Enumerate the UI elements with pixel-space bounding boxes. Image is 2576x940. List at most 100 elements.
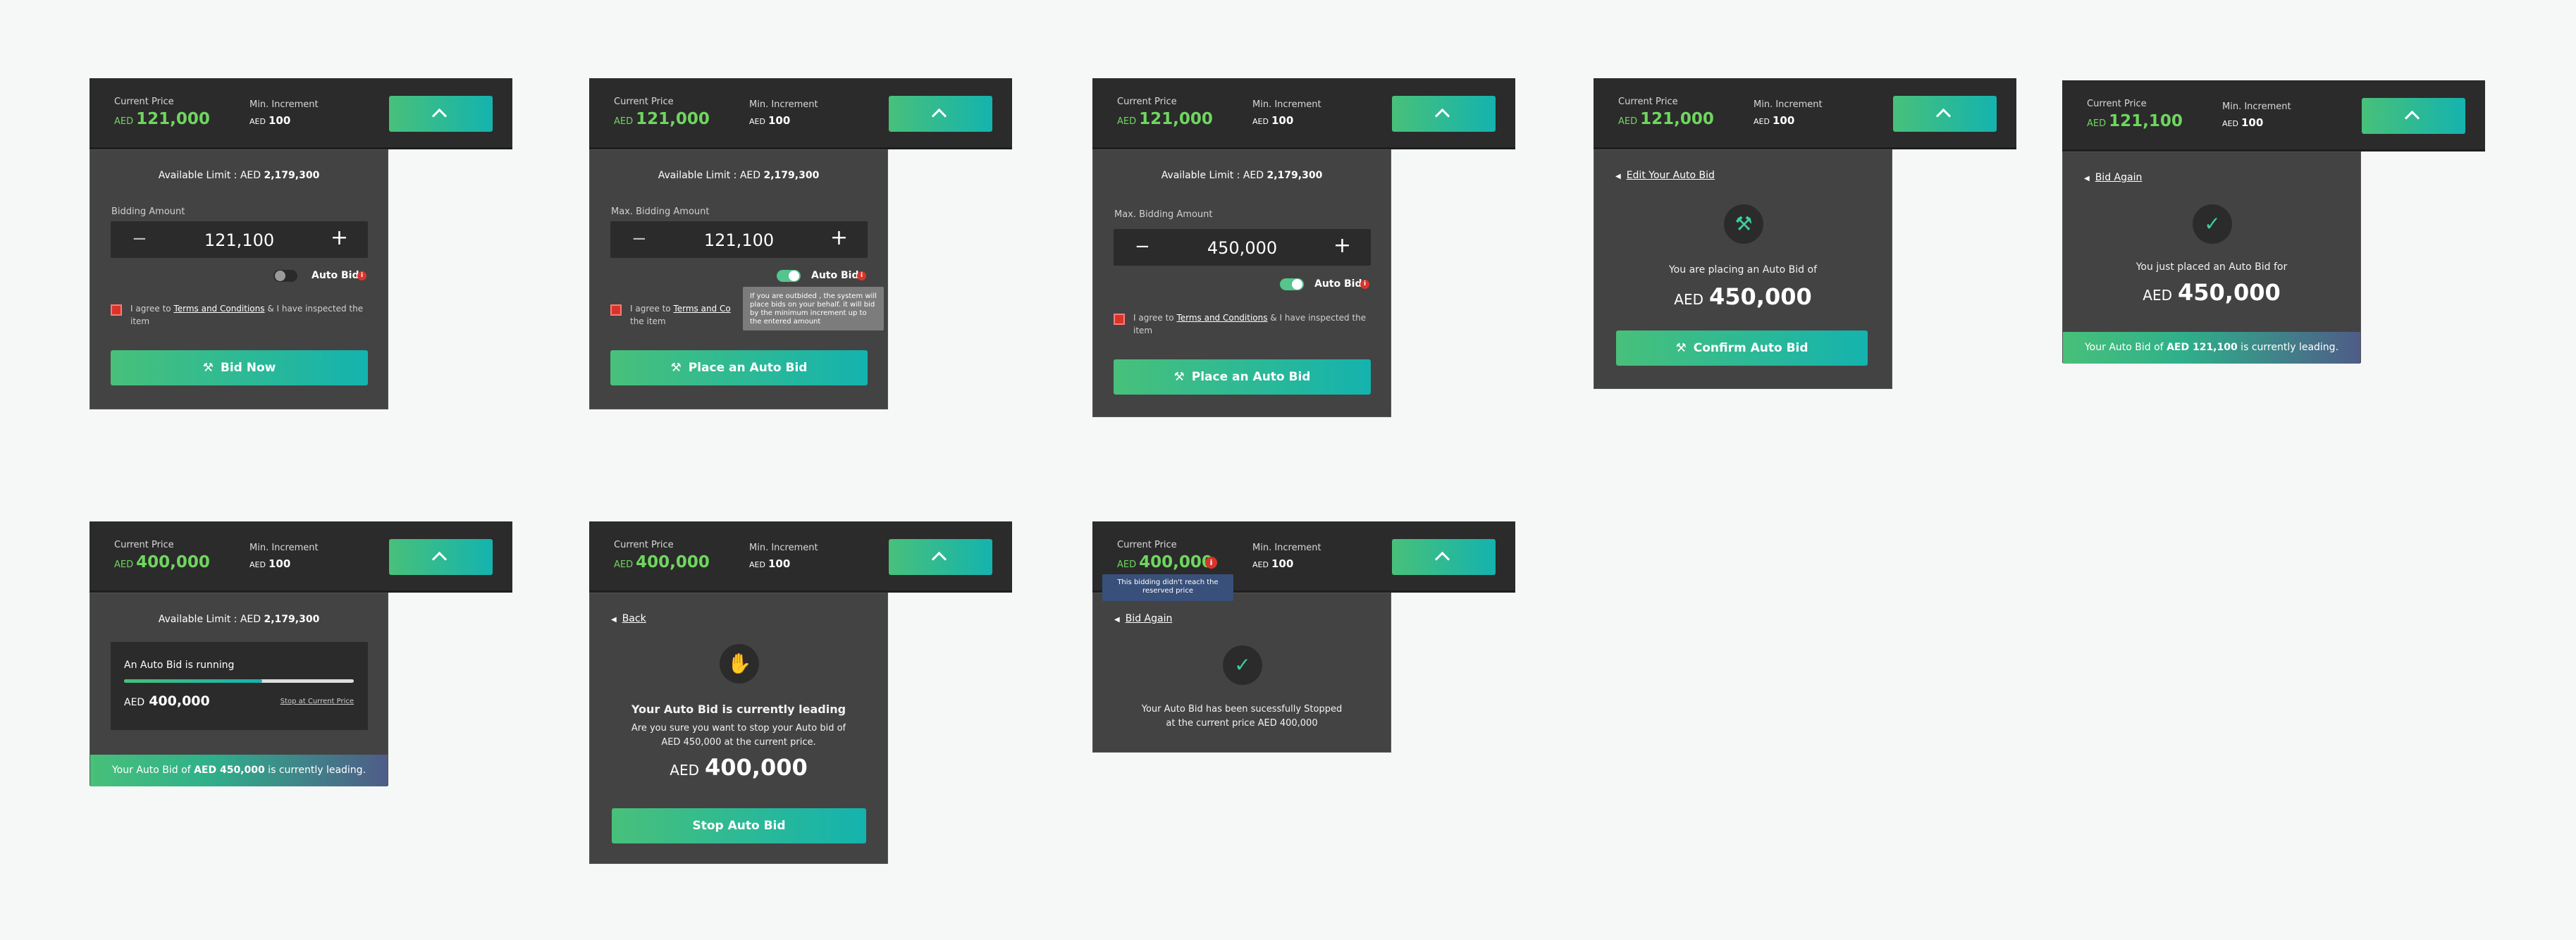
- auto-bid-toggle[interactable]: [273, 270, 297, 282]
- current-price-label: Current Price: [1117, 97, 1177, 107]
- min-increment-value: AED 100: [249, 114, 291, 127]
- collapse-button[interactable]: [1893, 96, 1997, 132]
- bidding-amount-label: Max. Bidding Amount: [1114, 209, 1213, 220]
- available-limit: Available Limit : AED 2,179,300: [1161, 170, 1323, 181]
- info-icon[interactable]: i: [857, 271, 866, 280]
- chevron-up-icon: [1434, 551, 1450, 567]
- panel-auto-bid-stopped: Current Price AED 400,000 i Min. Incremen…: [1092, 521, 1515, 753]
- gavel-icon: ⚒: [1173, 370, 1185, 384]
- increment-button[interactable]: +: [331, 228, 348, 249]
- panel-auto-bid-tooltip: Current Price AED 121,000 Min. Increment …: [589, 78, 1012, 409]
- auto-bid-toggle[interactable]: [1280, 278, 1304, 290]
- min-increment-value: AED 100: [1252, 557, 1294, 570]
- place-auto-bid-button[interactable]: ⚒ Place an Auto Bid: [610, 350, 868, 385]
- price-header: Current Price AED 121,000 Min. Increment …: [1092, 78, 1515, 149]
- min-increment-label: Min. Increment: [1754, 99, 1823, 110]
- bid-again-link[interactable]: ◀ Bid Again: [2084, 172, 2142, 183]
- terms-checkbox[interactable]: [610, 304, 622, 316]
- bid-body: Available Limit : AED 2,179,300 An Auto …: [90, 593, 388, 786]
- available-limit: Available Limit : AED 2,179,300: [158, 170, 320, 181]
- current-price-label: Current Price: [1618, 97, 1678, 107]
- bid-amount-input[interactable]: 121,100: [111, 230, 368, 250]
- min-increment-value: AED 100: [249, 557, 291, 570]
- confirm-message: You are placing an Auto Bid of: [1668, 264, 1817, 276]
- chevron-up-icon: [931, 108, 947, 124]
- bid-again-link[interactable]: ◀ Bid Again: [1114, 613, 1172, 624]
- collapse-button[interactable]: [389, 539, 493, 575]
- caret-left-icon: ◀: [1615, 173, 1621, 180]
- reserve-info-icon[interactable]: i: [1205, 557, 1217, 569]
- auto-bid-label: Auto Bid: [1314, 278, 1362, 290]
- bid-body: Available Limit : AED 2,179,300 Max. Bid…: [1092, 149, 1391, 417]
- current-price-value: AED 121,000: [1618, 110, 1714, 128]
- increment-button[interactable]: +: [1333, 235, 1351, 256]
- panel-bid-now: Current Price AED 121,000 Min. Increment …: [90, 78, 512, 409]
- edit-auto-bid-link[interactable]: ◀ Edit Your Auto Bid: [1615, 170, 1715, 181]
- terms-agreement: I agree to Terms and Conditions & I have…: [130, 304, 364, 326]
- stopped-message-line1: Your Auto Bid has been sucessfully Stopp…: [1141, 704, 1343, 715]
- current-price-label: Current Price: [114, 97, 174, 107]
- collapse-button[interactable]: [389, 96, 493, 132]
- bid-amount-stepper: − 450,000 +: [1114, 229, 1371, 266]
- terms-agreement: I agree to Terms and Co: [630, 304, 731, 314]
- increment-button[interactable]: +: [830, 228, 848, 249]
- price-header: Current Price AED 121,000 Min. Increment …: [1594, 78, 2016, 149]
- auto-bid-label: Auto Bid: [312, 270, 359, 281]
- place-auto-bid-button[interactable]: ⚒ Place an Auto Bid: [1114, 359, 1371, 395]
- min-increment-label: Min. Increment: [2222, 101, 2291, 112]
- reserve-price-tooltip: This bidding didn't reach the reserved p…: [1102, 574, 1233, 601]
- bid-body: Available Limit : AED 2,179,300 Max. Bid…: [589, 149, 888, 409]
- info-icon[interactable]: i: [1360, 280, 1369, 289]
- gavel-icon: ⚒: [202, 361, 214, 375]
- chevron-up-icon: [431, 551, 448, 567]
- bid-amount-stepper: − 121,100 +: [610, 221, 868, 258]
- terms-link[interactable]: Terms and Conditions: [173, 304, 264, 314]
- available-limit: Available Limit : AED 2,179,300: [158, 614, 320, 625]
- placed-message: You just placed an Auto Bid for: [2136, 261, 2288, 273]
- back-link[interactable]: ◀ Back: [611, 613, 646, 624]
- terms-link[interactable]: Terms and Co: [673, 304, 730, 314]
- price-header: Current Price AED 121,000 Min. Increment …: [90, 78, 512, 149]
- current-amount: AED 400,000: [670, 754, 808, 781]
- terms-link[interactable]: Terms and Conditions: [1176, 313, 1267, 323]
- current-price-label: Current Price: [114, 540, 174, 550]
- info-icon[interactable]: i: [357, 271, 366, 280]
- stop-auto-bid-button[interactable]: Stop Auto Bid: [612, 808, 866, 843]
- current-price-label: Current Price: [614, 97, 674, 107]
- collapse-button[interactable]: [889, 96, 992, 132]
- price-header: Current Price AED 121,000 Min. Increment …: [589, 78, 1012, 149]
- auto-bid-running-box: An Auto Bid is running AED 400,000 Stop a…: [111, 642, 368, 730]
- panel-auto-bid-placed: Current Price AED 121,100 Min. Increment …: [2062, 80, 2485, 364]
- auto-bid-toggle[interactable]: [777, 270, 801, 282]
- hand-stop-icon: ✋: [720, 644, 759, 684]
- chevron-up-icon: [1434, 108, 1450, 124]
- bid-now-button[interactable]: ⚒ Bid Now: [111, 350, 368, 385]
- checkmark-icon: ✓: [2193, 204, 2232, 244]
- collapse-button[interactable]: [1392, 96, 1496, 132]
- current-price-label: Current Price: [2087, 99, 2147, 109]
- terms-checkbox[interactable]: [1114, 314, 1125, 325]
- confirm-auto-bid-button[interactable]: ⚒ Confirm Auto Bid: [1616, 330, 1868, 366]
- bid-body: ◀ Edit Your Auto Bid ⚒ You are placing an…: [1594, 149, 1892, 389]
- current-price-label: Current Price: [614, 540, 674, 550]
- bidding-amount-label: Max. Bidding Amount: [611, 206, 710, 217]
- checkmark-icon: ✓: [1223, 645, 1262, 685]
- stop-at-current-price-link[interactable]: Stop at Current Price: [281, 698, 354, 705]
- chevron-up-icon: [1935, 108, 1952, 124]
- panel-confirm-auto-bid: Current Price AED 121,000 Min. Increment …: [1594, 78, 2016, 389]
- collapse-button[interactable]: [1392, 539, 1496, 575]
- collapse-button[interactable]: [2362, 98, 2465, 134]
- bid-amount-input[interactable]: 450,000: [1114, 238, 1371, 258]
- current-price-label: Current Price: [1117, 540, 1177, 550]
- auto-bid-label: Auto Bid: [811, 270, 859, 281]
- bid-body: ◀ Bid Again ✓ Your Auto Bid has been suce…: [1092, 593, 1391, 753]
- gavel-icon: ⚒: [670, 361, 682, 375]
- collapse-button[interactable]: [889, 539, 992, 575]
- terms-checkbox[interactable]: [111, 304, 122, 316]
- panel-auto-bid-running: Current Price AED 400,000 Min. Increment …: [90, 521, 512, 786]
- bid-amount-input[interactable]: 121,100: [610, 230, 868, 250]
- min-increment-label: Min. Increment: [249, 543, 319, 553]
- min-increment-label: Min. Increment: [749, 99, 818, 110]
- min-increment-value: AED 100: [1754, 114, 1795, 127]
- running-label: An Auto Bid is running: [124, 660, 235, 671]
